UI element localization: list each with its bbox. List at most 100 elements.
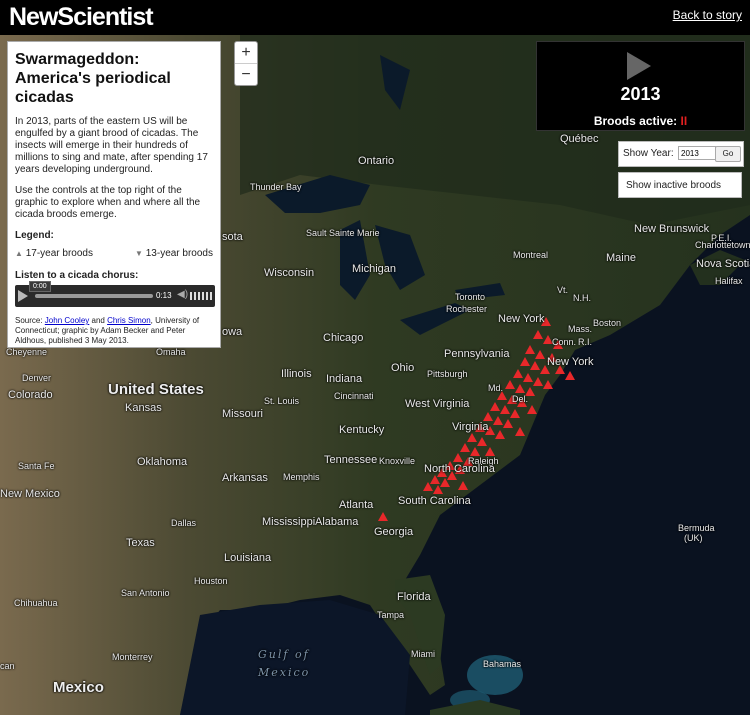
label-iowa: owa xyxy=(222,326,243,338)
label-gulf-of: Gulf of xyxy=(258,648,310,661)
show-year-control: Show Year: Go xyxy=(618,141,744,167)
label-rochester: Rochester xyxy=(446,304,488,314)
source-credit: Source: John Cooley and Chris Simon, Uni… xyxy=(15,316,213,346)
audio-duration: 0:13 xyxy=(156,291,172,300)
new-scientist-logo[interactable]: NewScientist xyxy=(9,3,154,32)
current-year: 2013 xyxy=(620,84,661,104)
label-maine: Maine xyxy=(606,252,636,264)
timeline-player: 2013 Broods active: II xyxy=(536,41,745,131)
label-md: Md. xyxy=(488,383,504,393)
label-new-mexico: New Mexico xyxy=(0,488,60,500)
label-toronto: Toronto xyxy=(455,292,486,302)
show-inactive-broods-button[interactable]: Show inactive broods xyxy=(618,172,742,198)
label-chihuahua: Chihuahua xyxy=(14,598,58,608)
header-bar: NewScientist Back to story xyxy=(0,0,750,35)
label-kentucky: Kentucky xyxy=(339,424,385,436)
label-mississippi: Mississippi xyxy=(262,516,316,528)
play-icon[interactable] xyxy=(627,52,651,80)
triangle-down-icon: ▼ xyxy=(135,249,143,258)
audio-current-time: 0:00 xyxy=(29,281,51,292)
label-florida: Florida xyxy=(397,591,431,603)
label-denver: Denver xyxy=(22,373,52,383)
source-and: and xyxy=(89,316,108,325)
label-bermuda: Bermuda xyxy=(678,523,715,533)
label-texas: Texas xyxy=(126,537,155,549)
label-del: Del. xyxy=(512,394,529,404)
label-dallas: Dallas xyxy=(171,518,197,528)
broods-active: Broods active: II xyxy=(537,114,744,128)
label-pennsylvania: Pennsylvania xyxy=(444,348,510,360)
info-panel: Swarmageddon: America's periodical cicad… xyxy=(7,41,221,348)
label-virginia: Virginia xyxy=(452,421,489,433)
legend-13-label: 13-year broods xyxy=(145,248,213,259)
label-santa-fe: Santa Fe xyxy=(18,461,55,471)
label-quebec: Québec xyxy=(560,133,599,145)
label-tampa: Tampa xyxy=(377,610,405,620)
label-alabama: Alabama xyxy=(315,516,359,528)
instructions-text: Use the controls at the top right of the… xyxy=(15,185,201,220)
label-ohio: Ohio xyxy=(391,362,415,374)
label-north-carolina: North Carolina xyxy=(424,463,495,475)
label-conn: Conn. xyxy=(552,337,577,347)
legend-17-year: ▲ 17-year broods xyxy=(15,248,93,260)
label-houston: Houston xyxy=(194,576,228,586)
label-monterrey: Monterrey xyxy=(112,652,153,662)
year-input[interactable] xyxy=(678,146,716,160)
volume-slider[interactable] xyxy=(190,292,212,300)
audio-play-icon[interactable] xyxy=(18,290,28,302)
label-miami: Miami xyxy=(411,649,435,659)
legend-17-label: 17-year broods xyxy=(25,248,93,259)
label-montreal: Montreal xyxy=(513,250,549,260)
back-to-story-link[interactable]: Back to story xyxy=(673,8,742,22)
label-cincinnati: Cincinnati xyxy=(334,391,374,401)
label-indiana: Indiana xyxy=(326,373,363,385)
label-ri: R.I. xyxy=(578,337,593,347)
chris-simon-link[interactable]: Chris Simon xyxy=(107,316,151,325)
label-missouri: Missouri xyxy=(222,408,263,420)
label-mass: Mass. xyxy=(568,324,593,334)
label-pittsburgh: Pittsburgh xyxy=(427,369,468,379)
label-new-york-state: New York xyxy=(498,313,545,325)
label-thunder-bay: Thunder Bay xyxy=(250,182,302,192)
audio-progress-track[interactable] xyxy=(35,294,153,298)
label-illinois: Illinois xyxy=(281,368,312,380)
intro-text: In 2013, parts of the eastern US will be… xyxy=(15,116,208,175)
label-charlottetown: Charlottetown xyxy=(695,240,750,250)
label-memphis: Memphis xyxy=(283,472,320,482)
zoom-in-button[interactable]: + xyxy=(235,42,257,63)
go-button[interactable]: Go xyxy=(715,146,741,162)
zoom-controls: + − xyxy=(234,41,258,86)
label-cheyenne: Cheyenne xyxy=(6,347,48,357)
volume-icon[interactable]: ◀) xyxy=(177,289,188,301)
label-new-york-city: New York xyxy=(547,356,594,368)
label-new-brunswick: New Brunswick xyxy=(634,223,710,235)
label-south-carolina: South Carolina xyxy=(398,495,471,507)
broods-value: II xyxy=(680,114,688,128)
label-st-louis: St. Louis xyxy=(264,396,300,406)
legend: ▲ 17-year broods ▼ 13-year broods xyxy=(15,248,213,260)
label-mexico: Mexico xyxy=(53,679,104,696)
broods-label: Broods active: xyxy=(593,114,678,128)
label-uk: (UK) xyxy=(684,533,703,543)
label-ontario: Ontario xyxy=(358,155,395,167)
label-gulf-mexico: Mexico xyxy=(258,666,311,679)
label-omaha: Omaha xyxy=(156,347,186,357)
label-sault: Sault Sainte Marie xyxy=(306,228,380,238)
john-cooley-link[interactable]: John Cooley xyxy=(45,316,89,325)
label-vt: Vt. xyxy=(557,285,569,295)
label-minnesota: sota xyxy=(222,231,243,243)
audio-player: 0:00 0:13 ◀) xyxy=(15,281,215,307)
zoom-out-button[interactable]: − xyxy=(235,63,257,85)
label-atlanta: Atlanta xyxy=(339,499,374,511)
label-georgia: Georgia xyxy=(374,526,414,538)
label-tennessee: Tennessee xyxy=(324,454,378,466)
label-oklahoma: Oklahoma xyxy=(137,456,188,468)
label-can: can xyxy=(0,661,15,671)
label-nova-scotia: Nova Scotia xyxy=(696,258,750,270)
label-kansas: Kansas xyxy=(125,402,162,414)
show-year-label: Show Year: xyxy=(623,148,674,159)
label-nh: N.H. xyxy=(573,293,591,303)
label-wisconsin: Wisconsin xyxy=(264,267,315,279)
label-united-states: United States xyxy=(108,381,204,398)
label-bahamas: Bahamas xyxy=(483,659,522,669)
